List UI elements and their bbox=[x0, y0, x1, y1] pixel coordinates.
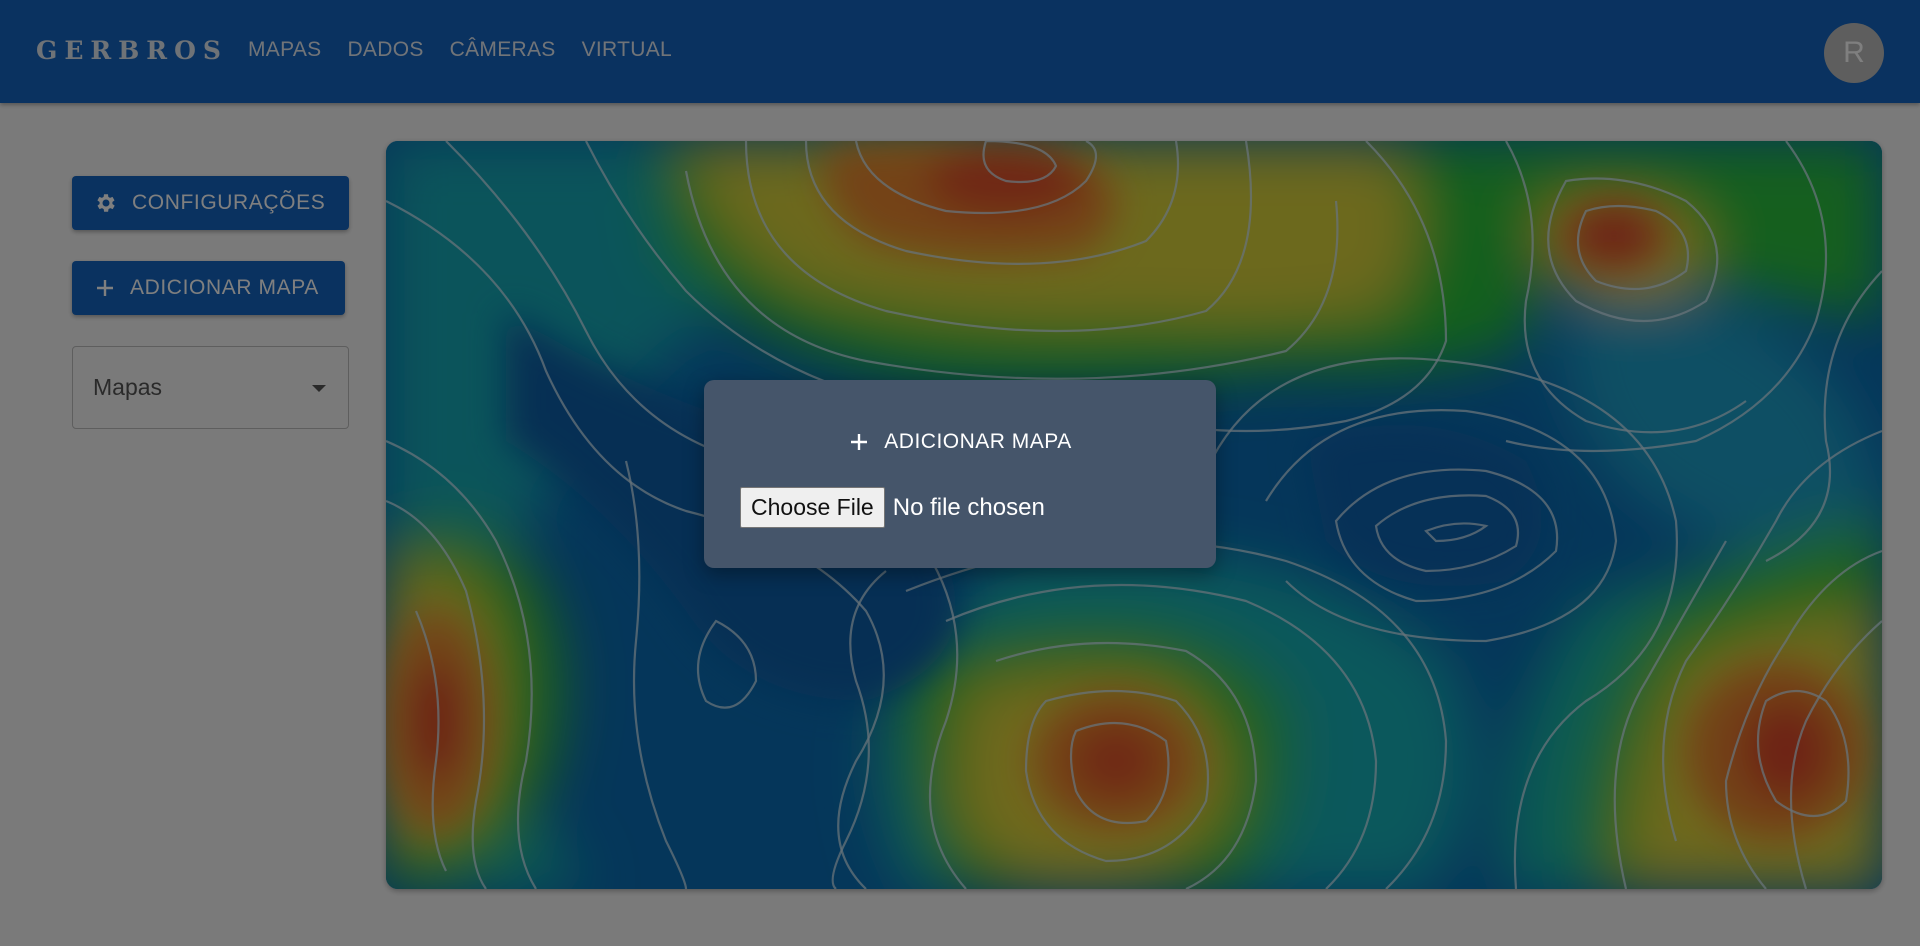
choose-file-button[interactable]: Choose File bbox=[740, 487, 885, 528]
file-input: Choose File No file chosen bbox=[740, 487, 1045, 528]
dialog-title-text: ADICIONAR MAPA bbox=[884, 430, 1072, 453]
plus-icon bbox=[848, 431, 870, 453]
dialog-title: ADICIONAR MAPA bbox=[704, 430, 1216, 454]
file-status-text: No file chosen bbox=[892, 493, 1045, 521]
add-map-dialog: ADICIONAR MAPA Choose File No file chose… bbox=[704, 380, 1216, 568]
